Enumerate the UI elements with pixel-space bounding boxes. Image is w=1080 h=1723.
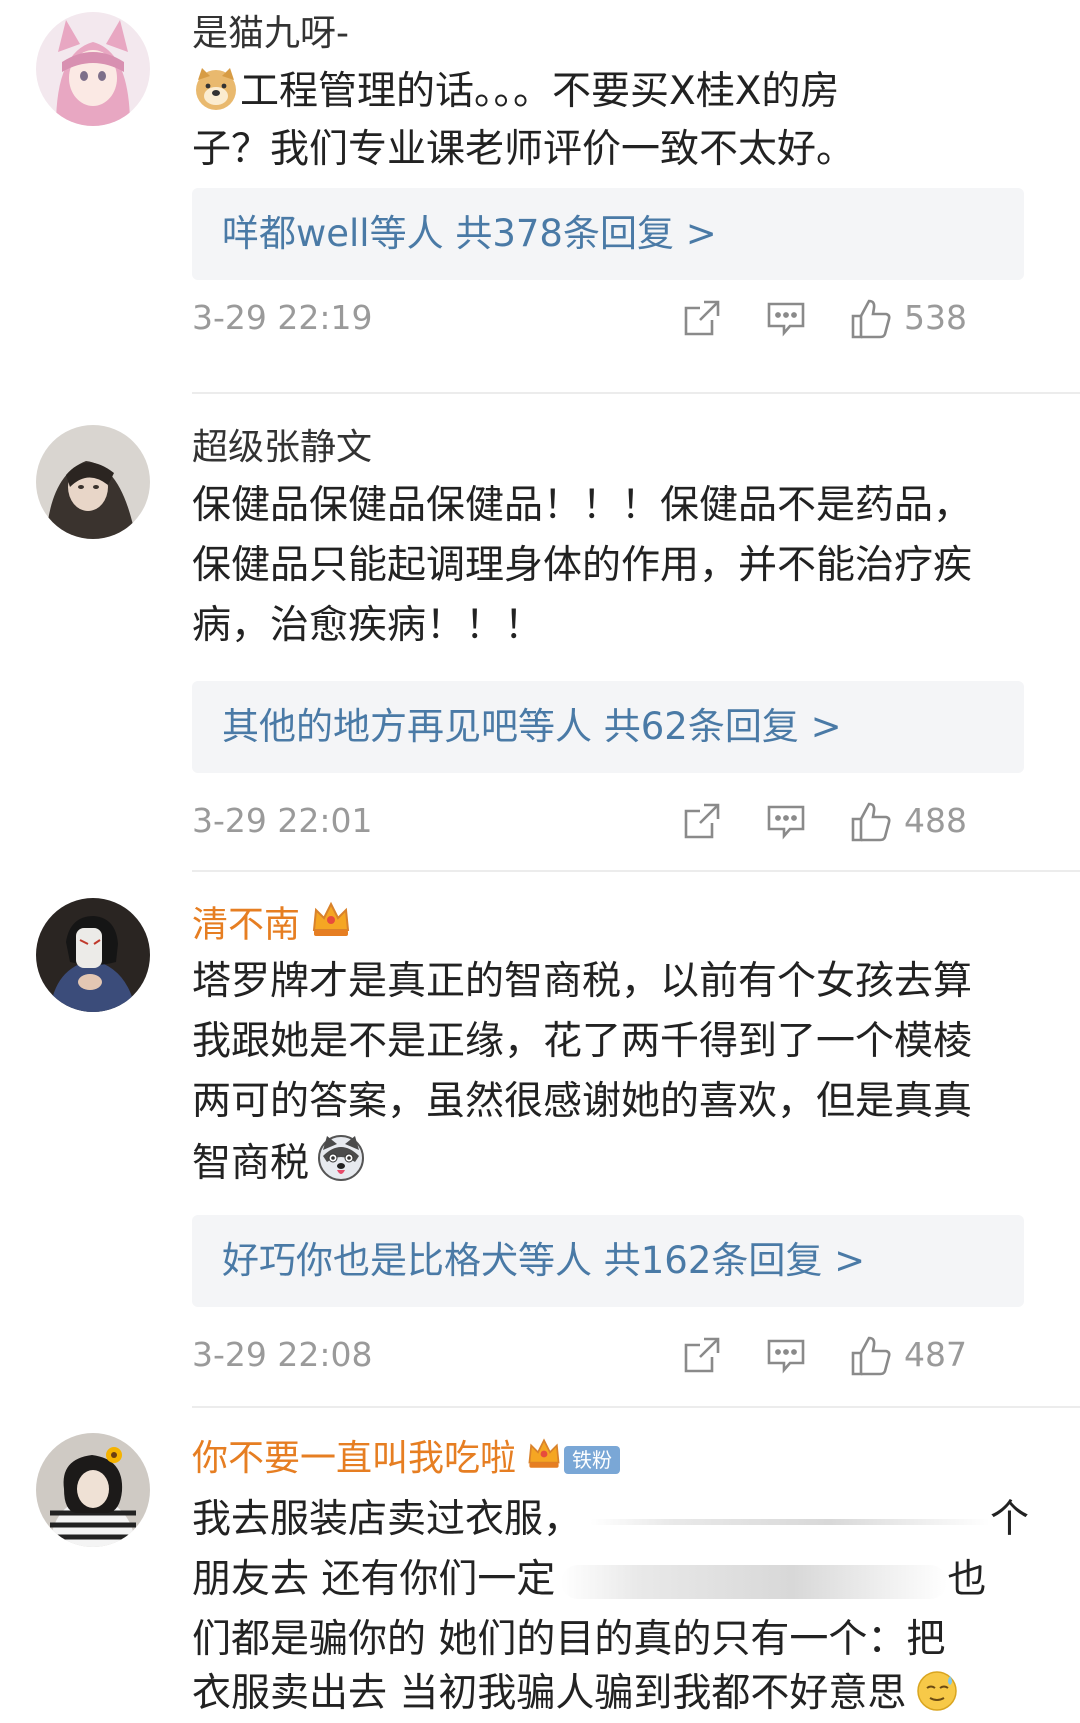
- avatar[interactable]: [36, 12, 150, 126]
- masked-person-avatar-icon: [36, 898, 150, 1012]
- comment-text-line: 子？我们专业课老师评价一致不太好。: [192, 127, 856, 172]
- reply-summary-box[interactable]: 好巧你也是比格犬等人 共162条回复 >: [192, 1215, 1024, 1307]
- avatar[interactable]: [36, 1433, 150, 1547]
- share-icon[interactable]: [682, 298, 722, 342]
- reply-summary-link[interactable]: 其他的地方再见吧等人 共62条回复 >: [222, 681, 842, 773]
- comment-text: 工程管理的话。。。不要买X桂X的房: [240, 69, 840, 114]
- like-icon[interactable]: [850, 801, 892, 847]
- avatar[interactable]: [36, 898, 150, 1012]
- like-count: 487: [904, 1335, 967, 1374]
- reply-summary-box[interactable]: 其他的地方再见吧等人 共62条回复 >: [192, 681, 1024, 773]
- comment-text-line: 塔罗牌才是真正的智商税，以前有个女孩去算: [192, 959, 973, 1004]
- like-count: 538: [904, 298, 967, 337]
- comment-text: 也: [947, 1557, 987, 1602]
- like-icon[interactable]: [850, 1335, 892, 1381]
- comment-text-line: 们都是骗你的 她们的目的真的只有一个：把: [192, 1617, 946, 1662]
- reply-summary-link[interactable]: 好巧你也是比格犬等人 共162条回复 >: [222, 1215, 865, 1307]
- username[interactable]: 超级张静文: [192, 424, 372, 472]
- divider: [192, 1406, 1080, 1408]
- divider: [192, 870, 1080, 872]
- vip-crown-icon: [526, 1436, 562, 1485]
- comment-icon[interactable]: [766, 1335, 806, 1379]
- redacted-overlay: [590, 1518, 991, 1525]
- like-count: 488: [904, 801, 967, 840]
- username[interactable]: 是猫九呀-: [192, 10, 349, 58]
- comment-text-line: 两可的答案，虽然很感谢她的喜欢，但是真真: [192, 1079, 973, 1124]
- comment-text-line: 智商税: [192, 1132, 367, 1202]
- sweat-emoji: [914, 1668, 960, 1723]
- comment-meta-row: 3-29 22:19 538: [192, 294, 1024, 342]
- comment-icon[interactable]: [766, 298, 806, 342]
- divider: [192, 392, 1080, 394]
- share-icon[interactable]: [682, 1335, 722, 1379]
- vip-crown-icon: [310, 900, 352, 953]
- timestamp: 3-29 22:01: [192, 801, 373, 840]
- comment-meta-row: 3-29 22:08 487: [192, 1331, 1024, 1379]
- comment-text-line: 我去服装店卖过衣服， 个: [192, 1490, 1029, 1550]
- comment-text: 衣服卖出去 当初我骗人骗到我都不好意思: [192, 1671, 907, 1716]
- comment-text-line: 衣服卖出去 当初我骗人骗到我都不好意思: [192, 1664, 960, 1723]
- avatar[interactable]: [36, 425, 150, 539]
- username[interactable]: 清不南: [192, 900, 352, 953]
- portrait-avatar-icon: [36, 425, 150, 539]
- reply-summary-box[interactable]: 咩都well等人 共378条回复 >: [192, 188, 1024, 280]
- redacted-overlay: [561, 1564, 948, 1599]
- husky-emoji: [315, 1132, 367, 1202]
- timestamp: 3-29 22:08: [192, 1335, 373, 1374]
- comment-text: 我去服装店卖过衣服，: [192, 1497, 583, 1542]
- comment-text-line: 我跟她是不是正缘，花了两千得到了一个模棱: [192, 1019, 973, 1064]
- share-icon[interactable]: [682, 801, 722, 845]
- comment-text-line: 保健品保健品保健品！！！保健品不是药品，: [192, 483, 973, 528]
- reply-summary-link[interactable]: 咩都well等人 共378条回复 >: [222, 188, 717, 280]
- username[interactable]: 你不要一直叫我吃啦 铁粉: [192, 1435, 621, 1485]
- sunflower-girl-avatar-icon: [36, 1433, 150, 1547]
- username-text[interactable]: 清不南: [192, 905, 300, 946]
- timestamp: 3-29 22:19: [192, 298, 373, 337]
- like-icon[interactable]: [850, 298, 892, 344]
- comment-text-line: 保健品只能起调理身体的作用，并不能治疗疾: [192, 543, 973, 588]
- comment-meta-row: 3-29 22:01 488: [192, 797, 1024, 845]
- fan-badge: 铁粉: [564, 1446, 621, 1474]
- comment-feed: 是猫九呀- 工程管理的话。。。不要买X桂X的房 子？我们专业课老师评价一致不太好…: [0, 0, 1080, 1723]
- comment-text-line: 朋友去 还有你们一定 也: [192, 1550, 986, 1610]
- comment-text: 智商税: [192, 1141, 310, 1186]
- comment-text-line: 病，治愈疾病！！！: [192, 603, 544, 648]
- comment-icon[interactable]: [766, 801, 806, 845]
- anime-girl-avatar-icon: [36, 12, 150, 126]
- username-text[interactable]: 你不要一直叫我吃啦: [192, 1438, 516, 1479]
- comment-text: 个: [990, 1497, 1030, 1542]
- comment-text: 朋友去 还有你们一定: [192, 1557, 556, 1602]
